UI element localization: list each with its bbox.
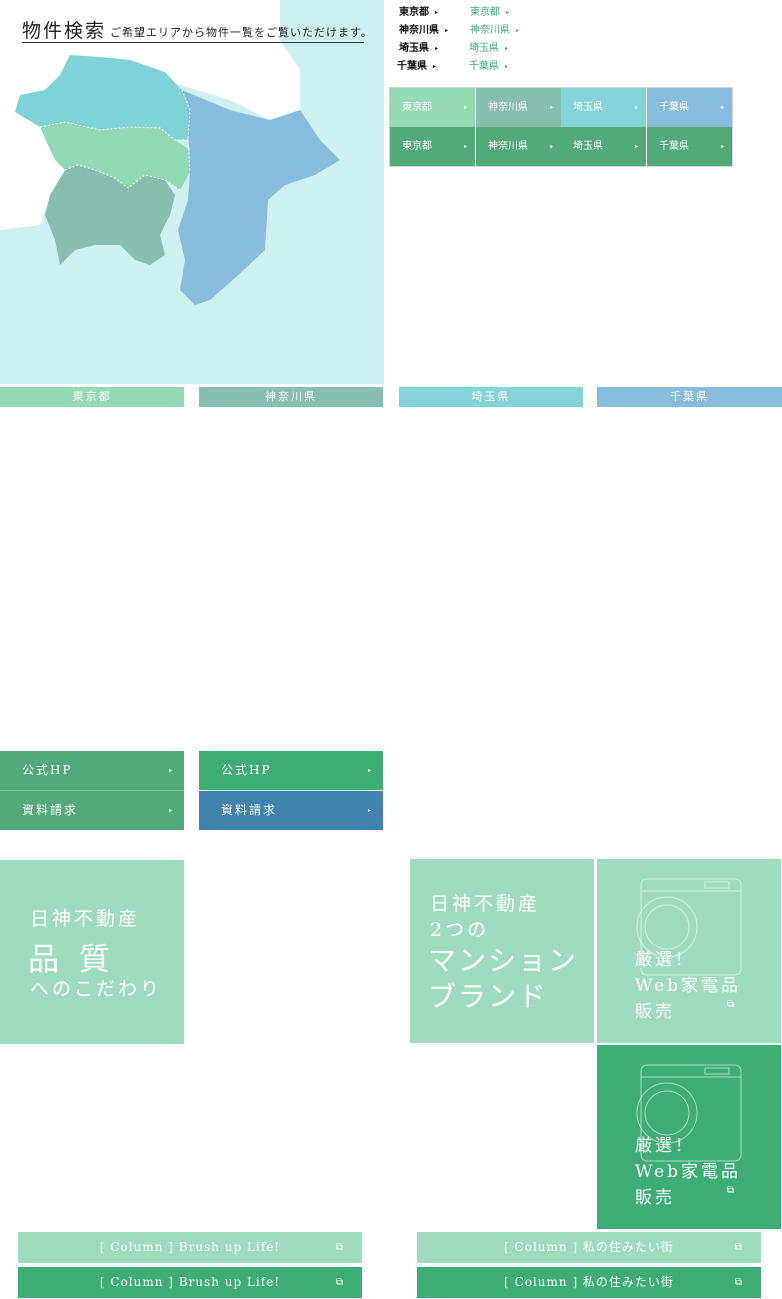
arrow-right-icon: ▸: [505, 44, 509, 52]
brand-tile[interactable]: 日神不動産 2つの マンション ブランド: [410, 859, 594, 1043]
pref-button-saitama-active[interactable]: 埼玉県 ▸: [561, 127, 646, 166]
text-link-chiba-green[interactable]: 千葉県 ▸: [469, 57, 508, 72]
arrow-right-icon: ▸: [720, 143, 724, 150]
arrow-right-icon: ▸: [634, 104, 638, 111]
pref-button-chiba-active[interactable]: 千葉県 ▸: [647, 127, 732, 166]
web-appliance-tile-hover[interactable]: 厳選！ Web家電品 販売 ⧉: [597, 1045, 781, 1229]
text-link-tokyo-dark[interactable]: 東京都 ▸: [399, 3, 438, 18]
pref-button-kanagawa-active[interactable]: 神奈川県 ▸: [476, 127, 561, 166]
tile-title: 品 質: [28, 942, 115, 978]
arrow-right-icon: ▸: [549, 143, 553, 150]
arrow-right-icon: ▸: [549, 104, 553, 111]
tile-heading: 日神不動産: [430, 893, 541, 915]
official-hp-button[interactable]: 公式HP ▸: [0, 751, 184, 790]
kanto-map-graphic: [0, 0, 384, 384]
external-link-icon: ⧉: [335, 1242, 344, 1253]
text-link-kanagawa-green[interactable]: 神奈川県 ▸: [470, 21, 519, 36]
arrow-right-icon: ▸: [367, 767, 373, 774]
arrow-right-icon: ▸: [516, 26, 520, 34]
label-bar-chiba[interactable]: 千葉県: [597, 387, 782, 407]
tile-caption: 販売: [635, 1188, 675, 1208]
column-town-link-hover[interactable]: [ Column ] 私の住みたい街 ⧉: [417, 1267, 761, 1298]
arrow-right-icon: ▸: [168, 807, 174, 814]
pref-button-chiba[interactable]: 千葉県 ▸: [647, 88, 732, 127]
pref-button-tokyo[interactable]: 東京都 ▸: [390, 88, 475, 127]
map-subtitle: ご希望エリアから物件一覧をご覧いただけます。: [110, 26, 373, 39]
external-link-icon: ⧉: [734, 1242, 743, 1253]
tile-title: Web家電品: [635, 976, 742, 996]
label-bar-tokyo[interactable]: 東京都: [0, 387, 184, 407]
tile-title-2: ブランド: [428, 980, 549, 1013]
pref-button-kanagawa[interactable]: 神奈川県 ▸: [476, 88, 561, 127]
column-brushup-link-hover[interactable]: [ Column ] Brush up Life! ⧉: [18, 1267, 362, 1298]
external-link-icon: ⧉: [734, 1277, 743, 1288]
title-divider: [22, 42, 364, 43]
external-link-icon: ⧉: [727, 999, 735, 1010]
tile-heading: 日神不動産: [30, 908, 141, 930]
arrow-right-icon: ▸: [506, 8, 510, 16]
label-bar-saitama[interactable]: 埼玉県: [399, 387, 583, 407]
tile-title: マンション: [428, 944, 579, 977]
column-brushup-link[interactable]: [ Column ] Brush up Life! ⧉: [18, 1232, 362, 1263]
arrow-right-icon: ▸: [435, 44, 439, 52]
official-hp-button-hover[interactable]: 公式HP ▸: [199, 751, 383, 790]
arrow-right-icon: ▸: [445, 26, 449, 34]
arrow-right-icon: ▸: [433, 62, 437, 70]
pref-button-saitama[interactable]: 埼玉県 ▸: [561, 88, 646, 127]
quality-tile[interactable]: 日神不動産 品 質 へのこだわり: [0, 860, 184, 1044]
pref-button-tokyo-active[interactable]: 東京都 ▸: [390, 127, 475, 166]
text-link-saitama-dark[interactable]: 埼玉県 ▸: [399, 39, 438, 54]
tile-title: Web家電品: [635, 1162, 742, 1182]
request-materials-button-hover[interactable]: 資料請求 ▸: [199, 791, 383, 830]
web-appliance-tile[interactable]: 厳選！ Web家電品 販売 ⧉: [597, 859, 781, 1043]
area-map: 物件検索 ご希望エリアから物件一覧をご覧いただけます。: [0, 0, 384, 384]
tile-caption: へのこだわり: [30, 978, 163, 1000]
text-link-tokyo-green[interactable]: 東京都 ▸: [470, 3, 509, 18]
tile-subheading: 2つの: [430, 919, 490, 941]
arrow-right-icon: ▸: [168, 767, 174, 774]
text-link-saitama-green[interactable]: 埼玉県 ▸: [469, 39, 508, 54]
arrow-right-icon: ▸: [463, 143, 467, 150]
text-link-chiba-dark[interactable]: 千葉県 ▸: [397, 57, 436, 72]
map-title: 物件検索: [22, 20, 107, 42]
arrow-right-icon: ▸: [463, 104, 467, 111]
arrow-right-icon: ▸: [505, 62, 509, 70]
tile-heading: 厳選！: [635, 950, 695, 970]
arrow-right-icon: ▸: [367, 807, 373, 814]
text-link-kanagawa-dark[interactable]: 神奈川県 ▸: [399, 21, 448, 36]
tile-heading: 厳選！: [635, 1136, 695, 1156]
arrow-right-icon: ▸: [720, 104, 724, 111]
request-materials-button[interactable]: 資料請求 ▸: [0, 791, 184, 830]
external-link-icon: ⧉: [335, 1277, 344, 1288]
column-town-link[interactable]: [ Column ] 私の住みたい街 ⧉: [417, 1232, 761, 1263]
label-bar-kanagawa[interactable]: 神奈川県: [199, 387, 383, 407]
arrow-right-icon: ▸: [634, 143, 638, 150]
external-link-icon: ⧉: [727, 1185, 735, 1196]
tile-caption: 販売: [635, 1002, 675, 1022]
arrow-right-icon: ▸: [435, 8, 439, 16]
